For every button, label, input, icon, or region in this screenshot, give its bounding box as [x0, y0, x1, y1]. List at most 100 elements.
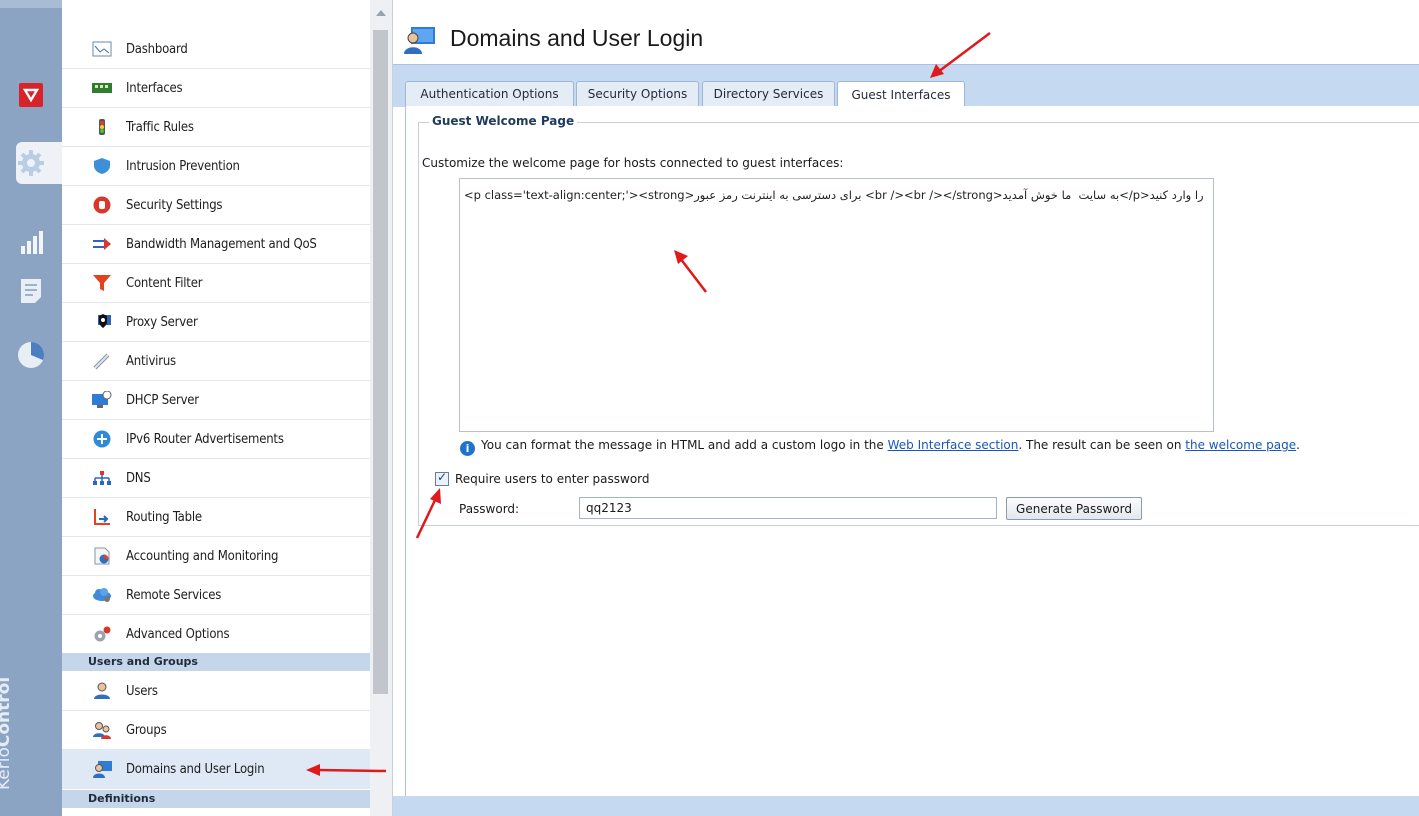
require-password-label[interactable]: Require users to enter password — [455, 472, 650, 486]
sidebar-item-proxy-server[interactable]: Proxy Server — [62, 303, 370, 342]
nav-group-users-and-groups: Users and Groups — [62, 653, 370, 671]
sidebar-item-label: IPv6 Router Advertisements — [126, 432, 284, 447]
annotation-arrow-icon — [306, 764, 387, 776]
sidebar-scrollbar[interactable] — [370, 0, 393, 816]
dhcp-icon — [92, 391, 112, 408]
section-title: Guest Welcome Page — [429, 114, 578, 128]
annotation-arrow-icon — [415, 488, 441, 539]
bandwidth-arrows-icon — [93, 238, 111, 250]
shield-icon[interactable] — [16, 80, 46, 110]
info-icon: i — [460, 441, 475, 456]
sidebar-item-dhcp-server[interactable]: DHCP Server — [62, 381, 370, 420]
sidebar-item-dashboard[interactable]: Dashboard — [62, 30, 370, 69]
gears-icon — [94, 626, 111, 642]
user-icon — [94, 682, 110, 699]
sidebar-item-label: Interfaces — [126, 81, 183, 96]
proxy-icon — [98, 314, 111, 328]
nav-group-definitions: Definitions — [62, 790, 370, 808]
generate-password-button[interactable]: Generate Password — [1006, 497, 1142, 520]
sidebar-item-label: Bandwidth Management and QoS — [126, 237, 317, 252]
require-password-checkbox[interactable] — [435, 470, 449, 486]
brand-suffix: Control — [0, 676, 14, 748]
sidebar-item-users[interactable]: Users — [62, 672, 370, 711]
scroll-up-arrow-icon[interactable] — [376, 10, 386, 16]
rail-top-band — [0, 0, 62, 8]
sidebar-item-label: Domains and User Login — [126, 762, 265, 777]
welcome-html-text[interactable]: <p class='text-align:center;'><strong>بر… — [464, 187, 1214, 203]
sidebar-nav: Dashboard Interfaces Traffic Rules Intru… — [62, 0, 371, 816]
traffic-light-icon — [99, 119, 105, 135]
sidebar-item-dns[interactable]: DNS — [62, 459, 370, 498]
page-title: Domains and User Login — [450, 25, 704, 51]
sidebar-item-groups[interactable]: Groups — [62, 711, 370, 750]
annotation-arrow-icon — [674, 250, 707, 293]
group-icon — [93, 722, 111, 739]
password-field[interactable] — [579, 497, 997, 519]
routing-icon — [94, 509, 110, 525]
sidebar-item-label: Security Settings — [126, 198, 223, 213]
html-format-info: i You can format the message in HTML and … — [460, 438, 1300, 456]
nav-group-label: Definitions — [88, 792, 156, 805]
app-rail: KerioControl — [0, 0, 62, 816]
welcome-html-editor[interactable]: <p class='text-align:center;'><strong>بر… — [459, 178, 1214, 432]
sidebar-item-routing-table[interactable]: Routing Table — [62, 498, 370, 537]
sidebar-item-intrusion-prevention[interactable]: Intrusion Prevention — [62, 147, 370, 186]
interfaces-icon — [92, 83, 112, 93]
sidebar-item-label: Remote Services — [126, 588, 222, 603]
sidebar-item-label: Antivirus — [126, 354, 176, 369]
funnel-icon — [93, 275, 111, 291]
pie-status-icon[interactable] — [16, 340, 46, 370]
sidebar-item-label: Traffic Rules — [126, 120, 194, 135]
sidebar-item-label: Routing Table — [126, 510, 202, 525]
dns-tree-icon — [93, 471, 111, 485]
sidebar-item-remote-services[interactable]: Remote Services — [62, 576, 370, 615]
brand-logo: KerioControl — [0, 630, 14, 790]
info-text-suffix: . — [1296, 438, 1300, 452]
sidebar-item-security-settings[interactable]: Security Settings — [62, 186, 370, 225]
sidebar-item-label: DNS — [126, 471, 151, 486]
tab-authentication-options[interactable]: Authentication Options — [405, 81, 574, 106]
domain-user-icon — [404, 27, 435, 54]
bar-chart-icon[interactable] — [16, 228, 46, 258]
sidebar-item-interfaces[interactable]: Interfaces — [62, 69, 370, 108]
sidebar-item-ipv6[interactable]: IPv6 Router Advertisements — [62, 420, 370, 459]
sidebar-item-label: Content Filter — [126, 276, 203, 291]
sidebar-item-label: Advanced Options — [126, 627, 230, 642]
sidebar-item-content-filter[interactable]: Content Filter — [62, 264, 370, 303]
sidebar-item-label: Proxy Server — [126, 315, 198, 330]
sidebar-item-advanced-options[interactable]: Advanced Options — [62, 615, 370, 654]
tab-directory-services[interactable]: Directory Services — [702, 81, 835, 106]
tab-guest-interfaces[interactable]: Guest Interfaces — [837, 81, 965, 107]
scrollbar-thumb[interactable] — [373, 30, 388, 694]
shield-icon — [94, 158, 110, 174]
tab-bar: Authentication Options Security Options … — [393, 64, 1419, 107]
panel-footer-band — [393, 796, 1419, 816]
nav-group-label: Users and Groups — [88, 655, 198, 668]
cloud-icon — [93, 588, 111, 602]
info-text-mid: . The result can be seen on — [1018, 438, 1186, 452]
tab-security-options[interactable]: Security Options — [576, 81, 699, 106]
settings-gear-icon[interactable] — [16, 148, 46, 178]
section-description: Customize the welcome page for hosts con… — [422, 156, 844, 170]
stop-hand-icon — [93, 196, 111, 214]
sidebar-item-accounting[interactable]: Accounting and Monitoring — [62, 537, 370, 576]
annotation-arrow-icon — [930, 32, 991, 78]
sidebar-item-label: Groups — [126, 723, 167, 738]
web-interface-section-link[interactable]: Web Interface section — [888, 438, 1019, 452]
sidebar-item-label: Accounting and Monitoring — [126, 549, 279, 564]
accounting-icon — [94, 547, 110, 565]
sidebar-item-bandwidth[interactable]: Bandwidth Management and QoS — [62, 225, 370, 264]
domain-user-icon — [93, 761, 112, 778]
sidebar-item-traffic-rules[interactable]: Traffic Rules — [62, 108, 370, 147]
sidebar-item-label: Dashboard — [126, 42, 188, 57]
sidebar-item-label: Users — [126, 684, 158, 699]
sidebar-item-label: DHCP Server — [126, 393, 199, 408]
info-text-prefix: You can format the message in HTML and a… — [481, 438, 888, 452]
ipv6-icon — [93, 430, 111, 448]
sidebar-item-antivirus[interactable]: Antivirus — [62, 342, 370, 381]
sidebar-item-label: Intrusion Prevention — [126, 159, 240, 174]
dashboard-icon — [92, 41, 112, 57]
welcome-page-link[interactable]: the welcome page — [1185, 438, 1296, 452]
brand-prefix: Kerio — [0, 747, 14, 790]
logs-icon[interactable] — [16, 276, 46, 306]
